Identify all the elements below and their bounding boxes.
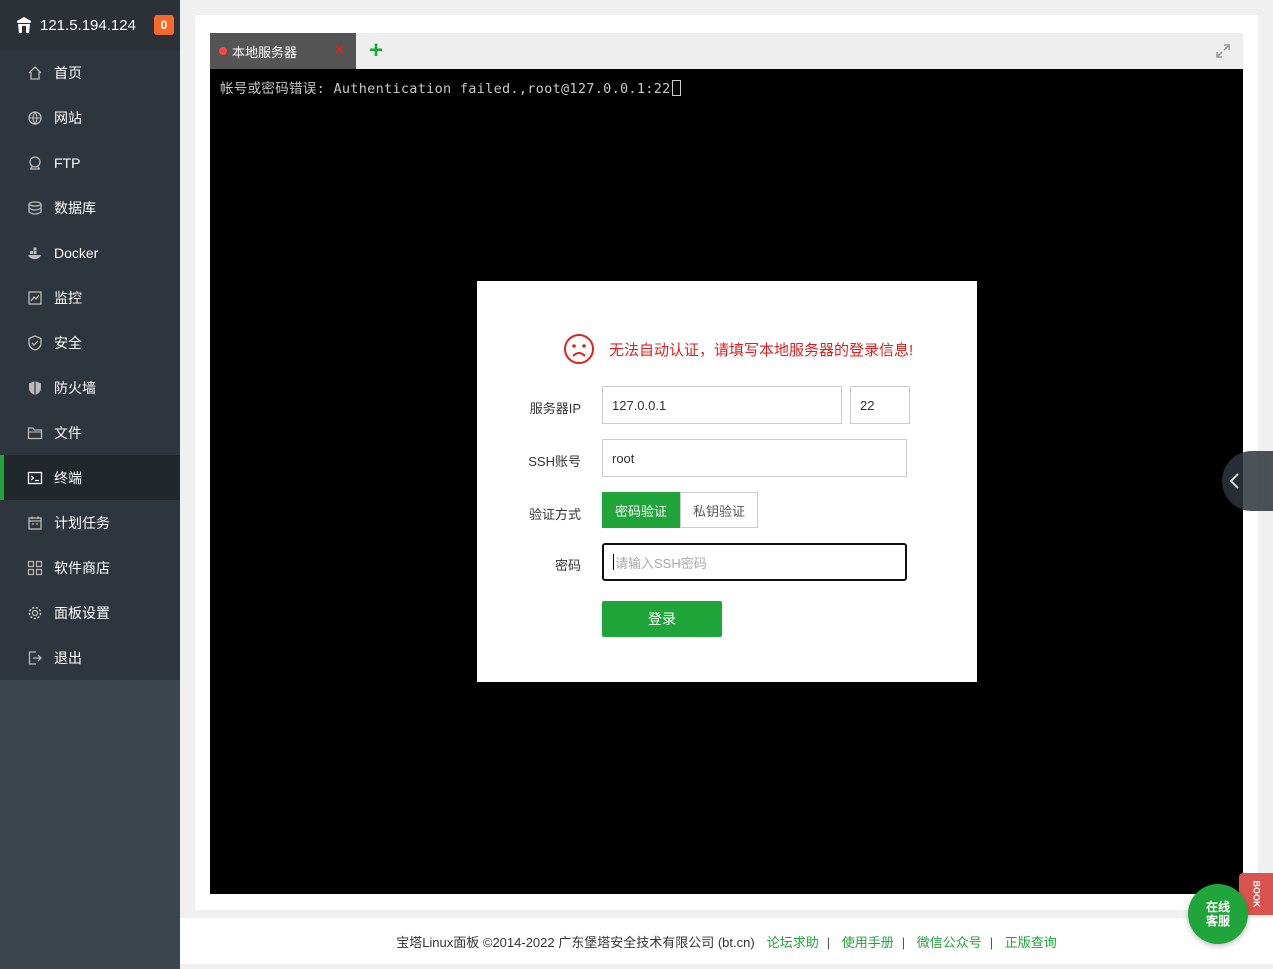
side-panel-toggle[interactable] [1222,451,1273,511]
error-text: 无法自动认证，请填写本地服务器的登录信息! [609,341,914,359]
sidebar-menu: 首页网站 FTP 数据库 Docker 监控安全防火墙文件终端计划任务软件商店面板设置退… [0,50,180,680]
sidebar-item-3[interactable]: 数据库 [0,185,180,230]
port-input[interactable]: 22 [850,386,910,424]
chevron-left-icon [1229,473,1239,489]
sidebar-item-label: 终端 [54,469,82,486]
sidebar-item-13[interactable]: 退出 [0,635,180,680]
sidebar-item-label: 面板设置 [54,604,110,621]
docker-icon [26,244,44,262]
folder-icon [26,424,44,442]
sidebar-item-label: 监控 [54,289,82,306]
close-tab-icon[interactable]: ✕ [333,42,346,60]
sidebar-item-label: 软件商店 [54,559,110,576]
sidebar-item-4[interactable]: Docker [0,230,180,275]
calendar-icon [26,514,44,532]
status-dot-icon [219,47,227,55]
sidebar-item-2[interactable]: FTP [0,140,180,185]
copyright-text: 宝塔Linux面板 ©2014-2022 广东堡塔安全技术有限公司 (bt.cn… [396,934,755,950]
sidebar-item-9[interactable]: 终端 [0,455,180,500]
sidebar-item-label: 安全 [54,334,82,351]
password-auth-button[interactable]: 密码验证 [602,492,681,528]
online-service-button[interactable]: 在线 客服 [1188,884,1248,944]
server-ip-input[interactable]: 127.0.0.1 [602,386,842,424]
sidebar-item-label: Docker [54,244,99,261]
sidebar-item-6[interactable]: 安全 [0,320,180,365]
sidebar-item-0[interactable]: 首页 [0,50,180,95]
sidebar: 121.5.194.124 0 首页网站 FTP 数据库 Docker 监控安全防火墙文… [0,0,180,969]
sidebar-item-label: 文件 [54,424,82,441]
terminal-tabbar: 本地服务器 ✕ + [210,33,1243,69]
sidebar-item-1[interactable]: 网站 [0,95,180,140]
apps-icon [26,559,44,577]
sidebar-item-7[interactable]: 防火墙 [0,365,180,410]
forum-link[interactable]: 论坛求助 [767,935,819,950]
key-auth-button[interactable]: 私钥验证 [680,492,759,528]
monitor-icon [26,289,44,307]
footer: 宝塔Linux面板 ©2014-2022 广东堡塔安全技术有限公司 (bt.cn… [180,918,1273,964]
ssh-account-label: SSH账号 [528,454,581,469]
tab-local-server[interactable]: 本地服务器 ✕ [210,33,356,69]
ftp-icon [26,154,44,172]
text-caret [613,554,614,570]
sad-face-icon [563,333,595,365]
home-icon [26,64,44,82]
password-label: 密码 [554,558,581,573]
login-button[interactable]: 登录 [602,601,722,637]
logout-icon [26,649,44,667]
shield-check-icon [26,334,44,352]
ssh-login-dialog: 无法自动认证，请填写本地服务器的登录信息! 服务器IP 127.0.0.1 22… [477,281,977,682]
server-ip[interactable]: 121.5.194.124 [40,17,154,34]
sidebar-header: 121.5.194.124 0 [0,0,180,50]
terminal-icon [26,469,44,487]
manual-link[interactable]: 使用手册 [842,935,894,950]
sidebar-item-label: 首页 [54,64,82,81]
gear-icon [26,604,44,622]
fullscreen-icon[interactable] [1215,43,1231,59]
bt-logo-icon [14,15,34,35]
tab-label: 本地服务器 [232,44,298,60]
sidebar-item-label: FTP [54,154,81,171]
add-tab-icon[interactable]: + [369,38,383,64]
server-ip-label: 服务器IP [529,401,581,416]
sidebar-item-label: 数据库 [54,199,96,216]
sidebar-item-11[interactable]: 软件商店 [0,545,180,590]
auth-error-message: 无法自动认证，请填写本地服务器的登录信息! [563,333,913,365]
sidebar-item-10[interactable]: 计划任务 [0,500,180,545]
sidebar-item-label: 网站 [54,109,82,126]
wechat-link[interactable]: 微信公众号 [917,935,982,950]
globe-icon [26,109,44,127]
license-check-link[interactable]: 正版查询 [1005,935,1057,950]
firewall-icon [26,379,44,397]
sidebar-item-12[interactable]: 面板设置 [0,590,180,635]
sidebar-item-label: 防火墙 [54,379,96,396]
sidebar-item-8[interactable]: 文件 [0,410,180,455]
auth-method-label: 验证方式 [528,507,581,522]
password-input[interactable]: 请输入SSH密码 [602,543,907,581]
ssh-account-input[interactable]: root [602,439,907,477]
auth-method-switch: 密码验证 私钥验证 [602,492,759,528]
sidebar-item-label: 计划任务 [54,514,110,531]
database-icon [26,199,44,217]
notification-badge[interactable]: 0 [154,15,174,35]
sidebar-item-label: 退出 [54,649,82,666]
terminal-cursor [671,80,681,96]
terminal-output: 帐号或密码错误: Authentication failed.,root@127… [220,77,681,97]
sidebar-item-5[interactable]: 监控 [0,275,180,320]
